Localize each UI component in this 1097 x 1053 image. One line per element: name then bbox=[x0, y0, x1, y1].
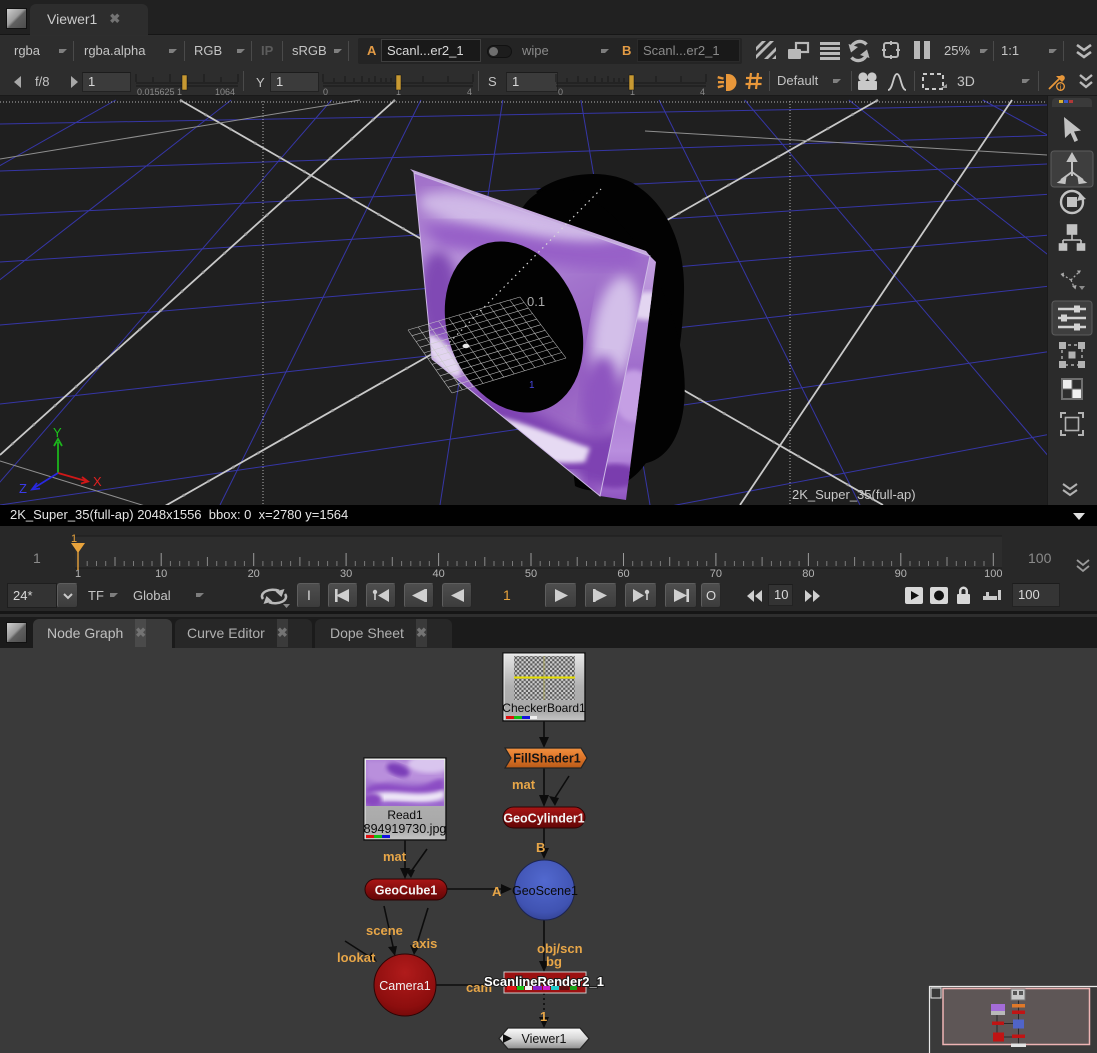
svg-text:B: B bbox=[536, 840, 545, 855]
svg-text:GeoScene1: GeoScene1 bbox=[512, 884, 578, 898]
svg-text:axis: axis bbox=[412, 936, 437, 951]
svg-text:894919730.jpg: 894919730.jpg bbox=[364, 822, 447, 836]
svg-text:0.1: 0.1 bbox=[527, 294, 545, 309]
svg-text:1: 1 bbox=[540, 1009, 547, 1024]
svg-text:70: 70 bbox=[710, 568, 722, 578]
svg-text:Camera1: Camera1 bbox=[379, 979, 430, 993]
svg-text:2K_Super_35(full-ap): 2K_Super_35(full-ap) bbox=[792, 487, 916, 502]
svg-text:90: 90 bbox=[895, 568, 907, 578]
svg-text:scene: scene bbox=[366, 923, 403, 938]
svg-text:bg: bg bbox=[546, 954, 562, 969]
svg-text:X: X bbox=[93, 474, 102, 489]
svg-text:GeoCube1: GeoCube1 bbox=[375, 884, 438, 898]
svg-text:100: 100 bbox=[1028, 550, 1052, 566]
svg-text:10: 10 bbox=[155, 568, 167, 578]
svg-text:GeoCylinder1: GeoCylinder1 bbox=[503, 812, 584, 826]
svg-text:Z: Z bbox=[19, 481, 27, 496]
svg-text:1: 1 bbox=[529, 380, 535, 391]
svg-text:20: 20 bbox=[248, 568, 260, 578]
svg-text:50: 50 bbox=[525, 568, 537, 578]
svg-text:80: 80 bbox=[802, 568, 814, 578]
svg-text:Y: Y bbox=[53, 425, 62, 440]
svg-text:CheckerBoard1: CheckerBoard1 bbox=[502, 701, 586, 715]
svg-text:Read1: Read1 bbox=[387, 808, 423, 822]
svg-text:40: 40 bbox=[432, 568, 444, 578]
svg-text:mat: mat bbox=[512, 777, 536, 792]
svg-text:lookat: lookat bbox=[337, 950, 376, 965]
svg-text:A: A bbox=[492, 884, 502, 899]
svg-text:FillShader1: FillShader1 bbox=[513, 752, 580, 766]
svg-text:100: 100 bbox=[984, 568, 1002, 578]
svg-text:30: 30 bbox=[340, 568, 352, 578]
svg-text:mat: mat bbox=[383, 849, 407, 864]
svg-text:1: 1 bbox=[33, 550, 41, 566]
svg-text:Viewer1: Viewer1 bbox=[522, 1032, 567, 1046]
svg-text:60: 60 bbox=[617, 568, 629, 578]
